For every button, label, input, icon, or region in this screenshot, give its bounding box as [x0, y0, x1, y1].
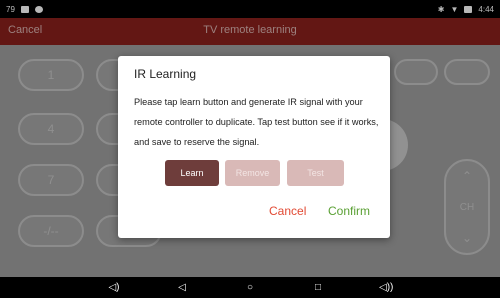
ir-learning-dialog: IR Learning Please tap learn button and … [118, 56, 390, 238]
confirm-button[interactable]: Confirm [328, 204, 370, 218]
system-nav-bar: ◁) ◁ ○ □ ◁)) [0, 277, 500, 298]
home-icon[interactable]: ○ [243, 282, 257, 293]
test-button[interactable]: Test [287, 160, 344, 186]
dialog-message: Please tap learn button and generate IR … [134, 97, 379, 147]
dialog-title: IR Learning [134, 67, 197, 81]
volume-up-icon[interactable]: ◁)) [379, 282, 393, 293]
recents-icon[interactable]: □ [311, 282, 325, 293]
learn-button[interactable]: Learn [165, 160, 219, 186]
remove-button[interactable]: Remove [225, 160, 280, 186]
cancel-button[interactable]: Cancel [269, 204, 306, 218]
volume-down-icon[interactable]: ◁) [107, 282, 121, 293]
back-icon[interactable]: ◁ [175, 282, 189, 293]
